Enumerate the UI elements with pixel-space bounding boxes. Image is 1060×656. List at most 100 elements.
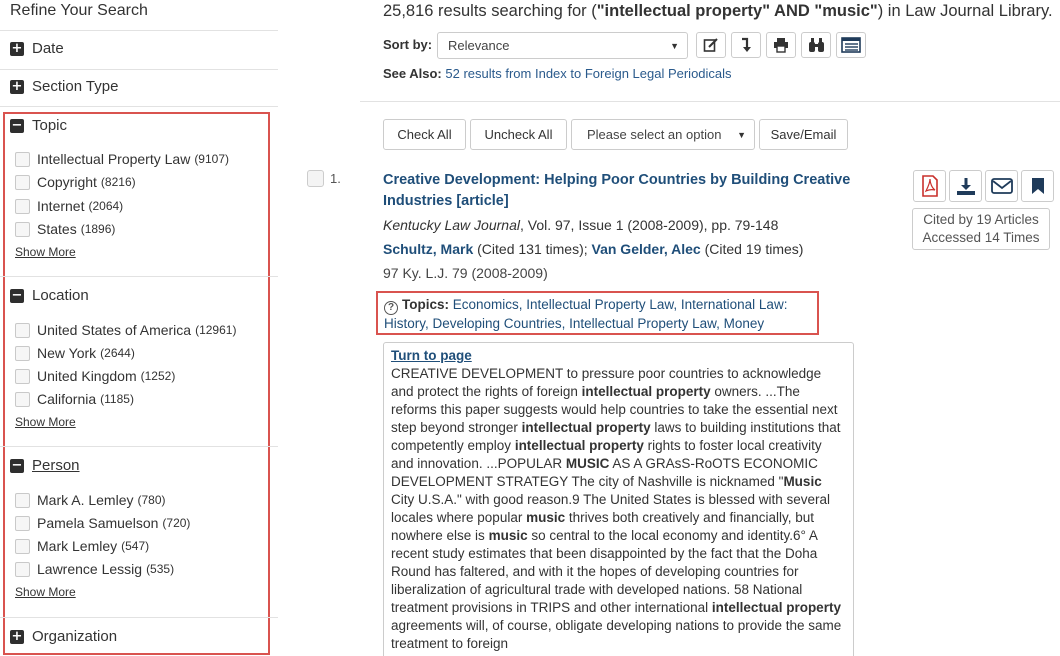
print-icon: [774, 38, 788, 53]
location-option[interactable]: United Kingdom (1252): [15, 368, 175, 384]
show-more-link[interactable]: Show More: [15, 245, 76, 259]
checkbox[interactable]: [15, 561, 30, 577]
uncheck-all-button[interactable]: Uncheck All: [470, 119, 567, 150]
topics-label: Topics:: [402, 297, 449, 312]
checkbox[interactable]: [15, 391, 30, 407]
facet-organization-label: Organization: [32, 628, 118, 645]
result-journal: Kentucky Law Journal, Vol. 97, Issue 1 (…: [383, 217, 778, 233]
print-button[interactable]: [766, 32, 796, 58]
checkbox[interactable]: [15, 368, 30, 384]
option-count: (720): [162, 516, 191, 530]
facet-organization[interactable]: + Organization: [10, 628, 278, 645]
snippet-highlight: intellectual property: [521, 420, 651, 435]
facet-person[interactable]: − Person: [10, 457, 278, 474]
snippet-text: CREATIVE DEVELOPMENT to pressure poor co…: [391, 366, 841, 651]
sort-select[interactable]: Relevance ▼: [437, 32, 688, 59]
expand-plus-icon: +: [10, 629, 24, 644]
topic-option[interactable]: States (1896): [15, 221, 115, 237]
help-icon[interactable]: ?: [384, 301, 398, 315]
checkbox[interactable]: [15, 174, 30, 190]
option-label: Internet: [37, 198, 85, 214]
expand-plus-icon: +: [10, 41, 24, 56]
checkbox[interactable]: [15, 345, 30, 361]
result-title-link[interactable]: Creative Development: Helping Poor Count…: [383, 170, 863, 212]
refine-sidebar: Refine Your Search + Date + Section Type…: [0, 0, 280, 656]
checkbox[interactable]: [15, 538, 30, 554]
show-more-link[interactable]: Show More: [15, 585, 76, 599]
check-all-button[interactable]: Check All: [383, 119, 466, 150]
checkbox[interactable]: [15, 151, 30, 167]
snippet-highlight: intellectual property: [514, 438, 644, 453]
author-cited: (Cited 19 times): [700, 241, 804, 257]
cited-by[interactable]: Cited by 19 Articles: [913, 211, 1049, 229]
location-option[interactable]: United States of America (12961): [15, 322, 236, 338]
action-select[interactable]: Please select an option ▼: [571, 119, 755, 150]
option-count: (12961): [195, 323, 237, 337]
pdf-button[interactable]: [913, 170, 946, 202]
pdf-icon: [921, 175, 938, 197]
facet-topic[interactable]: − Topic: [10, 117, 278, 134]
expand-plus-icon: +: [10, 79, 24, 94]
snippet-highlight: intellectual property: [711, 600, 841, 615]
person-option[interactable]: Mark A. Lemley (780): [15, 492, 166, 508]
search-within-button[interactable]: [801, 32, 831, 58]
chevron-down-icon: ▼: [670, 40, 679, 51]
facet-topic-label: Topic: [32, 117, 68, 134]
facet-location[interactable]: − Location: [10, 287, 278, 304]
results-prefix: 25,816 results searching for (: [383, 2, 597, 20]
action-select-value: Please select an option: [587, 127, 722, 142]
author-link[interactable]: Van Gelder, Alec: [592, 241, 701, 257]
checkbox[interactable]: [15, 322, 30, 338]
result-checkbox[interactable]: [307, 170, 324, 187]
snippet-highlight: music: [488, 528, 528, 543]
checkbox[interactable]: [15, 198, 30, 214]
facet-location-label: Location: [32, 287, 89, 304]
topic-option[interactable]: Copyright (8216): [15, 174, 136, 190]
edit-icon: [703, 38, 718, 52]
topic-option[interactable]: Intellectual Property Law (9107): [15, 151, 229, 167]
facet-section-type[interactable]: + Section Type: [10, 78, 278, 95]
option-label: Intellectual Property Law: [37, 151, 191, 167]
results-summary: 25,816 results searching for ("intellect…: [383, 2, 1053, 21]
person-option[interactable]: Lawrence Lessig (535): [15, 561, 174, 577]
author-link[interactable]: Schultz, Mark: [383, 241, 473, 257]
show-more-link[interactable]: Show More: [15, 415, 76, 429]
option-count: (547): [121, 539, 150, 553]
envelope-icon: [990, 178, 1013, 194]
divider: [0, 617, 278, 618]
facet-date[interactable]: + Date: [10, 40, 278, 57]
person-option[interactable]: Pamela Samuelson (720): [15, 515, 190, 531]
journal-name: Kentucky Law Journal: [383, 217, 520, 233]
divider: [0, 106, 278, 107]
search-term: "intellectual property": [596, 2, 771, 20]
divider: [0, 69, 278, 70]
citation-stats[interactable]: Cited by 19 Articles Accessed 14 Times: [912, 208, 1050, 250]
divider: [0, 276, 278, 277]
chevron-down-icon: ▼: [737, 129, 746, 140]
sort-direction-button[interactable]: [731, 32, 761, 58]
divider: [0, 446, 278, 447]
option-label: United Kingdom: [37, 368, 137, 384]
bookmark-button[interactable]: [1021, 170, 1054, 202]
checkbox[interactable]: [15, 492, 30, 508]
topic-option[interactable]: Internet (2064): [15, 198, 123, 214]
option-count: (2644): [100, 346, 135, 360]
edit-search-button[interactable]: [696, 32, 726, 58]
table-icon: [841, 37, 861, 53]
location-option[interactable]: New York (2644): [15, 345, 135, 361]
results-suffix: ) in Law Journal Library.: [877, 2, 1053, 20]
turn-to-page-link[interactable]: Turn to page: [391, 347, 846, 365]
person-option[interactable]: Mark Lemley (547): [15, 538, 149, 554]
checkbox[interactable]: [15, 515, 30, 531]
sort-label: Sort by:: [383, 37, 433, 52]
save-email-button[interactable]: Save/Email: [759, 119, 848, 150]
location-option[interactable]: California (1185): [15, 391, 134, 407]
table-view-button[interactable]: [836, 32, 866, 58]
download-button[interactable]: [949, 170, 982, 202]
checkbox[interactable]: [15, 221, 30, 237]
option-label: Pamela Samuelson: [37, 515, 159, 531]
binoculars-icon: [808, 38, 824, 52]
email-button[interactable]: [985, 170, 1018, 202]
see-also-link[interactable]: 52 results from Index to Foreign Legal P…: [445, 66, 731, 81]
author-cited: (Cited 131 times);: [473, 241, 592, 257]
